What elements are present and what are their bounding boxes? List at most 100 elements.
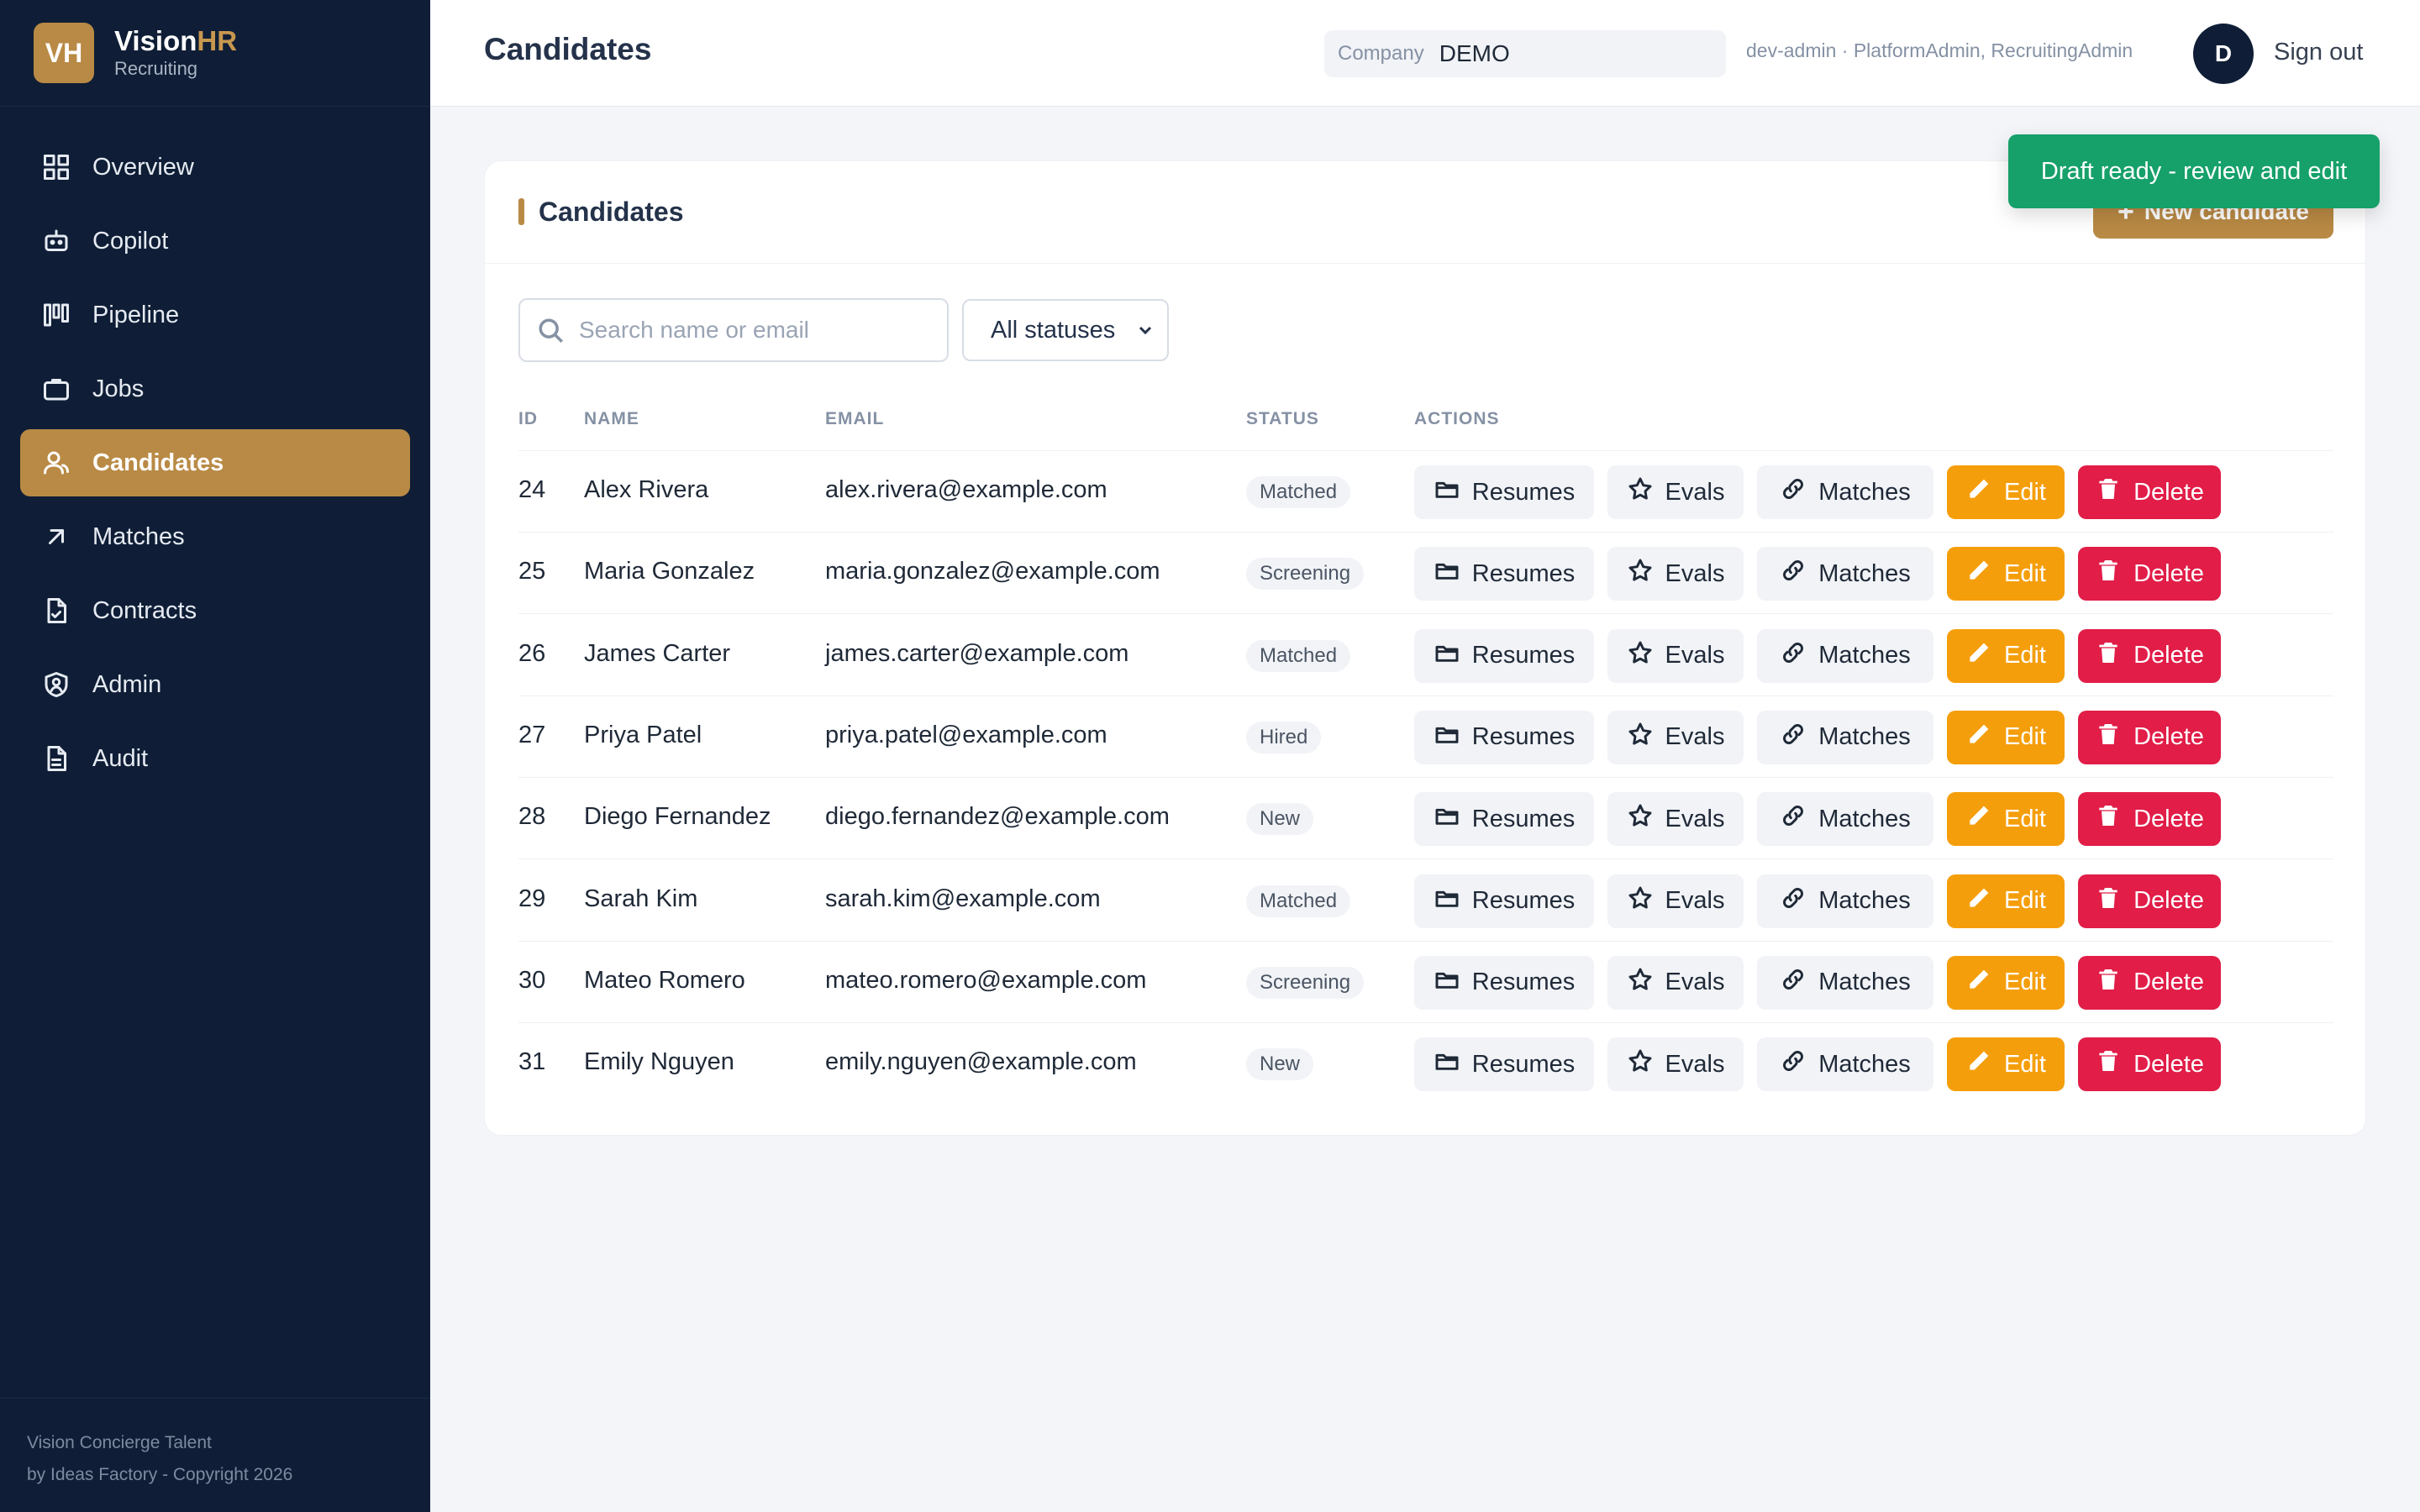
edit-button[interactable]: Edit — [1947, 628, 2065, 683]
candidate-id: 26 — [518, 639, 546, 667]
evals-button[interactable]: Evals — [1607, 1037, 1744, 1092]
edit-button[interactable]: Edit — [1947, 1037, 2065, 1092]
resumes-button[interactable]: Resumes — [1414, 710, 1594, 764]
matches-label: Matches — [1818, 559, 1911, 587]
sidebar-nav: Overview Copilot Pipeline Jobs Candidate… — [0, 107, 430, 792]
link-icon — [1780, 721, 1818, 754]
resumes-button[interactable]: Resumes — [1414, 792, 1594, 847]
matches-button[interactable]: Matches — [1757, 792, 1933, 847]
matches-label: Matches — [1818, 642, 1911, 669]
delete-label: Delete — [2133, 723, 2204, 751]
resumes-button[interactable]: Resumes — [1414, 874, 1594, 928]
sidebar-item-jobs[interactable]: Jobs — [20, 355, 410, 423]
sidebar-item-label: Pipeline — [92, 301, 180, 328]
delete-label: Delete — [2133, 969, 2204, 996]
candidate-name: Mateo Romero — [584, 966, 745, 994]
matches-button[interactable]: Matches — [1757, 465, 1933, 519]
status-filter-select[interactable]: All statuses — [962, 299, 1169, 361]
sidebar-item-candidates[interactable]: Candidates — [20, 429, 410, 496]
status-badge: Matched — [1246, 885, 1351, 917]
delete-button[interactable]: Delete — [2078, 547, 2221, 601]
sidebar-item-label: Candidates — [92, 449, 224, 476]
matches-button[interactable]: Matches — [1757, 710, 1933, 764]
matches-button[interactable]: Matches — [1757, 1037, 1933, 1092]
status-badge: New — [1246, 1048, 1314, 1081]
sidebar-item-pipeline[interactable]: Pipeline — [20, 281, 410, 349]
delete-button[interactable]: Delete — [2078, 1037, 2221, 1092]
evals-button[interactable]: Evals — [1607, 955, 1744, 1010]
brand[interactable]: VH VisionHR Recruiting — [0, 0, 430, 107]
link-icon — [1780, 475, 1818, 509]
table-row: 24 Alex Rivera alex.rivera@example.com Matc… — [518, 451, 2333, 533]
edit-button[interactable]: Edit — [1947, 874, 2065, 928]
candidate-id: 31 — [518, 1048, 546, 1076]
candidate-name: Alex Rivera — [584, 476, 709, 503]
matches-button[interactable]: Matches — [1757, 874, 1933, 928]
delete-button[interactable]: Delete — [2078, 465, 2221, 519]
pencil-icon — [1965, 966, 2004, 1000]
delete-button[interactable]: Delete — [2078, 710, 2221, 764]
resumes-button[interactable]: Resumes — [1414, 628, 1594, 683]
resumes-button[interactable]: Resumes — [1414, 955, 1594, 1010]
search-input[interactable] — [579, 317, 932, 344]
resumes-label: Resumes — [1471, 723, 1576, 751]
sign-out-button[interactable]: Sign out — [2274, 39, 2363, 66]
delete-label: Delete — [2133, 559, 2204, 587]
evals-button[interactable]: Evals — [1607, 547, 1744, 601]
delete-button[interactable]: Delete — [2078, 955, 2221, 1010]
candidate-email: priya.patel@example.com — [825, 721, 1107, 748]
evals-label: Evals — [1665, 1050, 1725, 1078]
sidebar-item-label: Admin — [92, 670, 162, 698]
resumes-button[interactable]: Resumes — [1414, 465, 1594, 519]
status-badge: New — [1246, 803, 1314, 836]
resumes-button[interactable]: Resumes — [1414, 1037, 1594, 1092]
search-icon — [537, 312, 566, 349]
matches-button[interactable]: Matches — [1757, 955, 1933, 1010]
edit-button[interactable]: Edit — [1947, 710, 2065, 764]
sidebar-item-label: Audit — [92, 744, 149, 772]
evals-button[interactable]: Evals — [1607, 874, 1744, 928]
edit-label: Edit — [2004, 887, 2046, 914]
evals-button[interactable]: Evals — [1607, 465, 1744, 519]
resumes-label: Resumes — [1471, 887, 1576, 914]
evals-label: Evals — [1665, 969, 1725, 996]
column-header-id: ID — [518, 409, 538, 428]
resumes-button[interactable]: Resumes — [1414, 547, 1594, 601]
sidebar-item-overview[interactable]: Overview — [20, 134, 410, 201]
resumes-label: Resumes — [1471, 805, 1576, 832]
folder-open-icon — [1434, 639, 1472, 673]
matches-button[interactable]: Matches — [1757, 547, 1933, 601]
edit-button[interactable]: Edit — [1947, 792, 2065, 847]
folder-open-icon — [1434, 966, 1472, 1000]
avatar[interactable]: D — [2193, 24, 2254, 84]
evals-button[interactable]: Evals — [1607, 710, 1744, 764]
star-icon — [1627, 639, 1665, 673]
company-selector[interactable]: Company DEMO — [1324, 30, 1726, 77]
edit-button[interactable]: Edit — [1947, 955, 2065, 1010]
trash-icon — [2095, 966, 2133, 1000]
edit-button[interactable]: Edit — [1947, 465, 2065, 519]
edit-button[interactable]: Edit — [1947, 547, 2065, 601]
sidebar-item-admin[interactable]: Admin — [20, 651, 410, 718]
delete-button[interactable]: Delete — [2078, 874, 2221, 928]
sidebar-item-copilot[interactable]: Copilot — [20, 207, 410, 275]
trash-icon — [2095, 721, 2133, 754]
toast-notification: Draft ready - review and edit — [2008, 134, 2380, 208]
table-row: 30 Mateo Romero mateo.romero@example.com Sc… — [518, 942, 2333, 1023]
matches-button[interactable]: Matches — [1757, 628, 1933, 683]
sidebar-item-contracts[interactable]: Contracts — [20, 577, 410, 644]
pencil-icon — [1965, 475, 2004, 509]
page-title: Candidates — [484, 32, 652, 66]
star-icon — [1627, 557, 1665, 591]
footer-line-1: Vision Concierge Talent — [27, 1433, 212, 1452]
brand-text: VisionHR Recruiting — [114, 25, 237, 81]
sidebar-item-matches[interactable]: Matches — [20, 503, 410, 570]
search-box[interactable] — [518, 298, 949, 362]
evals-button[interactable]: Evals — [1607, 628, 1744, 683]
sidebar-item-audit[interactable]: Audit — [20, 725, 410, 792]
table-row: 29 Sarah Kim sarah.kim@example.com Matched R… — [518, 860, 2333, 942]
status-filter-value: All statuses — [991, 316, 1116, 344]
delete-button[interactable]: Delete — [2078, 628, 2221, 683]
evals-button[interactable]: Evals — [1607, 792, 1744, 847]
delete-button[interactable]: Delete — [2078, 792, 2221, 847]
